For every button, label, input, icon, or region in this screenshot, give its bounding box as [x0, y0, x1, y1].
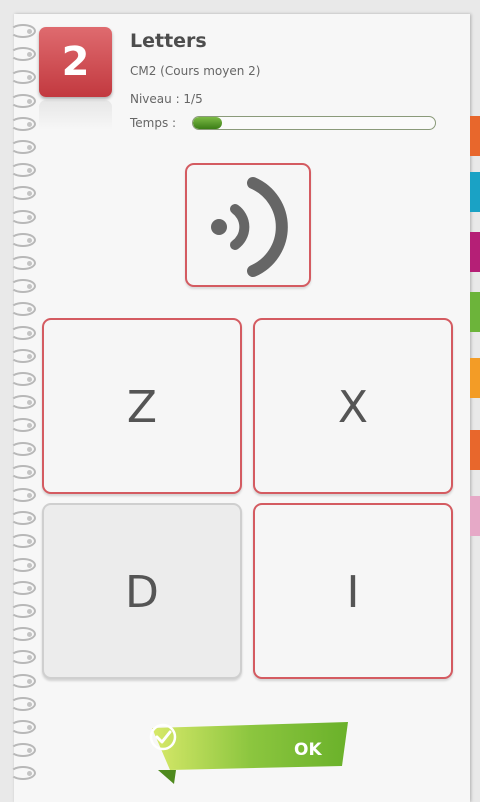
ok-label: OK [294, 740, 322, 760]
spiral-ring [10, 464, 36, 479]
spiral-ring [10, 348, 36, 363]
side-tab [470, 292, 480, 332]
level-badge: 2 [39, 27, 112, 97]
answer-tile-z[interactable]: Z [42, 318, 242, 494]
spiral-ring [10, 209, 36, 224]
spiral-ring [10, 279, 36, 294]
spiral-ring [10, 673, 36, 688]
side-tab [470, 358, 480, 398]
spiral-ring [10, 186, 36, 201]
spiral-ring [10, 720, 36, 734]
spiral-ring [10, 627, 36, 642]
badge-reflection [39, 100, 112, 130]
spiral-ring [10, 557, 36, 572]
answer-tile-d[interactable]: D [42, 503, 242, 679]
spiral-ring [10, 395, 36, 410]
spiral-ring [10, 256, 36, 270]
game-title: Letters [130, 30, 207, 52]
spiral-ring [10, 163, 36, 178]
spiral-ring [10, 325, 36, 340]
spiral-ring [10, 766, 36, 781]
spiral-ring [10, 488, 36, 502]
answer-tile-x[interactable]: X [253, 318, 453, 494]
spiral-ring [10, 650, 36, 665]
spiral-ring [10, 232, 36, 247]
play-sound-button[interactable] [185, 163, 311, 287]
side-tab [470, 116, 480, 156]
spiral-ring [10, 302, 36, 317]
spiral-ring [10, 534, 36, 549]
spiral-ring [10, 93, 36, 108]
side-tab [470, 430, 480, 470]
spiral-ring [10, 511, 36, 526]
ok-button[interactable]: OK [148, 722, 348, 784]
level-text: Niveau : 1/5 [130, 92, 203, 106]
spiral-ring [10, 47, 36, 62]
timer-bar-fill [193, 117, 223, 129]
spiral-ring [10, 580, 36, 595]
check-icon [149, 723, 177, 751]
spiral-ring [10, 372, 36, 386]
speaker-icon [211, 177, 288, 277]
spiral-ring [10, 116, 36, 131]
side-tab [470, 496, 480, 536]
timer-label: Temps : [130, 116, 177, 130]
timer-bar [192, 116, 436, 130]
spiral-ring [10, 418, 36, 433]
side-tab [470, 172, 480, 212]
spiral-ring [10, 24, 36, 38]
spiral-binding [10, 24, 40, 794]
spiral-ring [10, 140, 36, 154]
answer-tile-i[interactable]: I [253, 503, 453, 679]
spiral-ring [10, 70, 36, 85]
class-name: CM2 (Cours moyen 2) [130, 64, 261, 78]
game-screen: 2 Letters CM2 (Cours moyen 2) Niveau : 1… [0, 0, 480, 802]
side-tab [470, 232, 480, 272]
spiral-ring [10, 441, 36, 456]
spiral-ring [10, 604, 36, 618]
spiral-ring [10, 743, 36, 758]
spiral-ring [10, 696, 36, 711]
